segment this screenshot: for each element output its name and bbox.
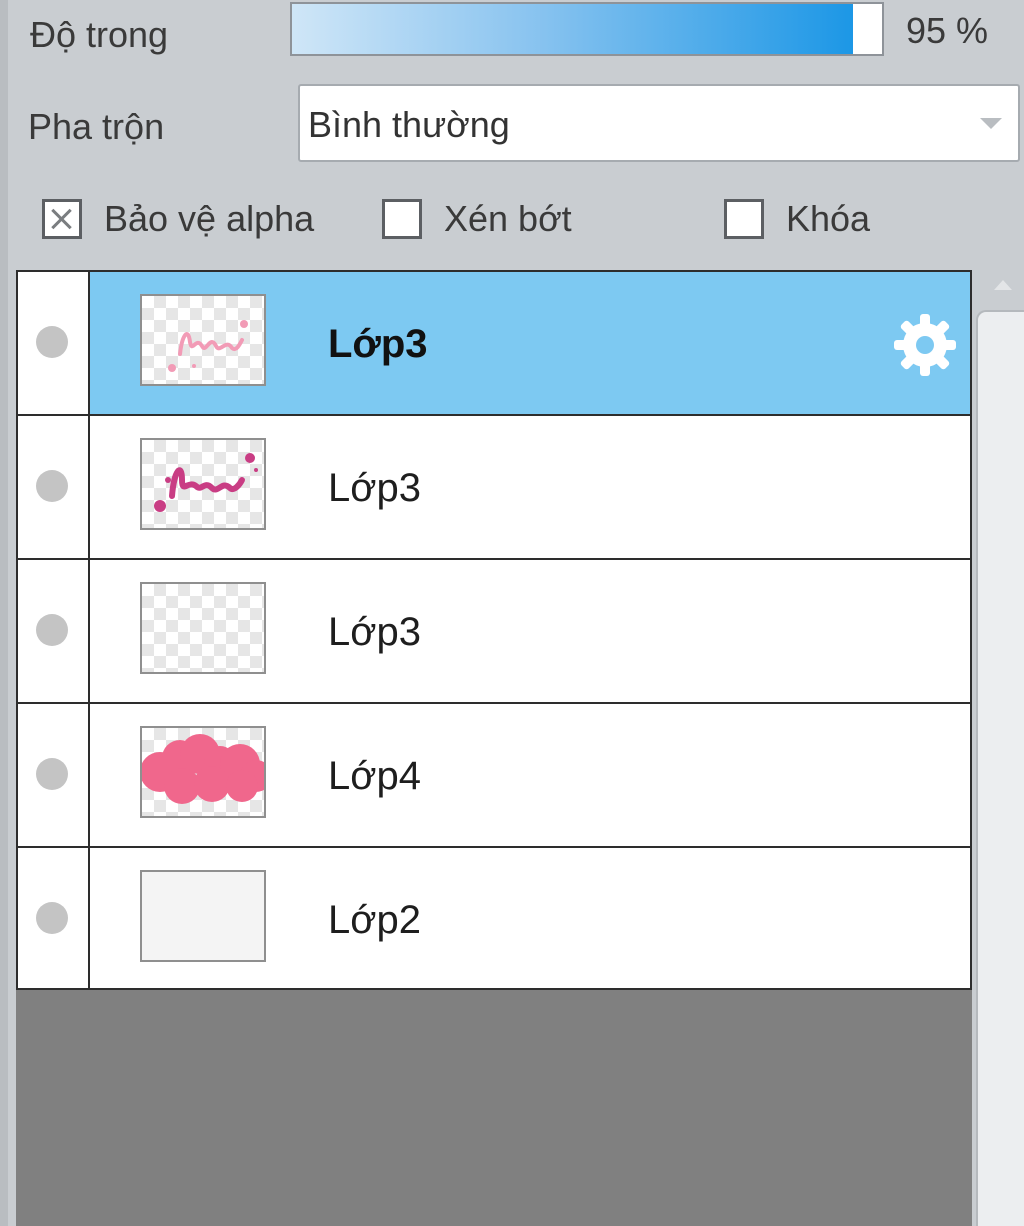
opacity-value: 95 % bbox=[906, 10, 989, 51]
layer-list: Lớp3 Lớp3 Lớp3 Lớp4 Lớp2 bbox=[16, 270, 972, 990]
visibility-column[interactable] bbox=[18, 704, 90, 846]
layer-row-body[interactable]: Lớp2 bbox=[90, 848, 970, 988]
visibility-dot-icon[interactable] bbox=[36, 614, 68, 646]
layer-thumbnail bbox=[140, 870, 266, 962]
pink-script-text-thumbnail bbox=[168, 320, 248, 372]
blend-label: Pha trộn bbox=[28, 106, 165, 147]
layer-row[interactable]: Lớp3 bbox=[16, 270, 972, 416]
visibility-dot-icon[interactable] bbox=[36, 758, 68, 790]
layer-name: Lớp3 bbox=[328, 610, 421, 654]
gear-icon[interactable] bbox=[892, 312, 958, 378]
layer-thumbnail bbox=[140, 726, 266, 818]
layer-row-body[interactable]: Lớp3 bbox=[90, 272, 970, 414]
lock-checkbox[interactable] bbox=[724, 199, 764, 239]
visibility-column[interactable] bbox=[18, 272, 90, 414]
lock-label: Khóa bbox=[786, 198, 871, 239]
chevron-down-icon[interactable] bbox=[980, 118, 1002, 129]
protect-alpha-label: Bảo vệ alpha bbox=[104, 198, 315, 239]
visibility-dot-icon[interactable] bbox=[36, 902, 68, 934]
layer-row[interactable]: Lớp4 bbox=[16, 704, 972, 848]
layer-row[interactable]: Lớp3 bbox=[16, 560, 972, 704]
panel-left-edge bbox=[0, 0, 8, 1226]
magenta-script-text-thumbnail bbox=[154, 453, 258, 512]
layer-row-body[interactable]: Lớp4 bbox=[90, 704, 970, 846]
layer-name: Lớp3 bbox=[328, 466, 421, 510]
layer-row-body[interactable]: Lớp3 bbox=[90, 560, 970, 702]
layer-thumbnail bbox=[140, 294, 266, 386]
opacity-label: Độ trong bbox=[30, 14, 169, 55]
layer-name: Lớp4 bbox=[328, 754, 421, 798]
layer-thumbnail bbox=[140, 438, 266, 530]
visibility-column[interactable] bbox=[18, 848, 90, 988]
blend-mode-value: Bình thường bbox=[308, 104, 510, 145]
layer-name: Lớp2 bbox=[328, 898, 421, 942]
visibility-column[interactable] bbox=[18, 416, 90, 558]
lock-option[interactable]: Khóa bbox=[724, 198, 870, 240]
clip-checkbox[interactable] bbox=[382, 199, 422, 239]
opacity-slider[interactable] bbox=[290, 2, 884, 56]
scroll-up-arrow-icon[interactable] bbox=[994, 280, 1012, 290]
pink-cloud-thumbnail bbox=[142, 734, 264, 804]
layer-row[interactable]: Lớp2 bbox=[16, 848, 972, 990]
layer-name: Lớp3 bbox=[328, 322, 428, 366]
layer-row[interactable]: Lớp3 bbox=[16, 416, 972, 560]
opacity-slider-fill bbox=[292, 4, 853, 54]
layer-panel: Lớp3 Lớp3 Lớp3 Lớp4 Lớp2 bbox=[16, 270, 972, 1226]
blend-mode-select[interactable]: Bình thường bbox=[298, 84, 1020, 162]
visibility-column[interactable] bbox=[18, 560, 90, 702]
visibility-dot-icon[interactable] bbox=[36, 470, 68, 502]
protect-alpha-option[interactable]: Bảo vệ alpha bbox=[42, 198, 314, 240]
layer-row-body[interactable]: Lớp3 bbox=[90, 416, 970, 558]
layer-scrollbar-thumb[interactable] bbox=[976, 310, 1024, 1226]
clip-option[interactable]: Xén bớt bbox=[382, 198, 572, 240]
clip-label: Xén bớt bbox=[444, 198, 572, 239]
visibility-dot-icon[interactable] bbox=[36, 326, 68, 358]
layer-thumbnail bbox=[140, 582, 266, 674]
protect-alpha-checkbox[interactable] bbox=[42, 199, 82, 239]
